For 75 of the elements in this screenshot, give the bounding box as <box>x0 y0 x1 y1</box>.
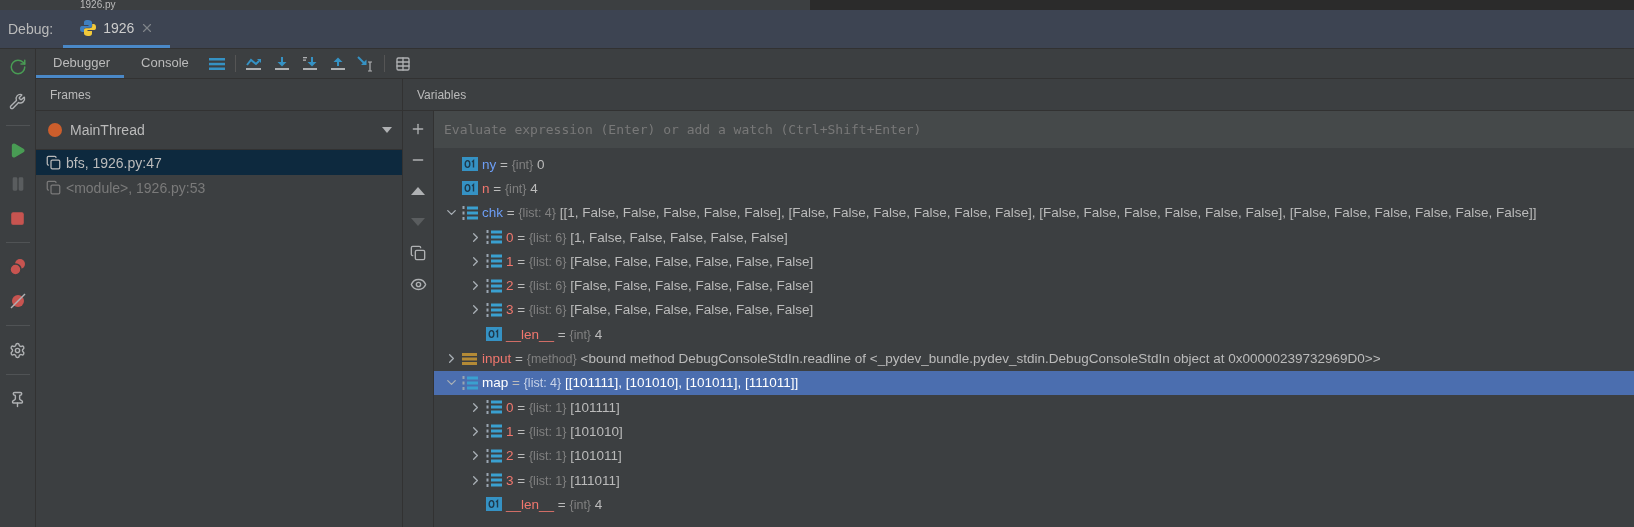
editor-tab[interactable]: 1926.py <box>0 0 810 10</box>
list-icon <box>486 399 503 416</box>
variable-text: map = {list: 4} [[101111], [101010], [101011], [111011]] <box>482 375 799 391</box>
rerun-icon[interactable] <box>8 58 27 76</box>
list-icon <box>486 472 503 488</box>
frame-icon <box>46 180 61 195</box>
variable-row[interactable]: 2 = {list: 1} [101011] <box>434 443 1634 468</box>
list-icon <box>486 229 503 246</box>
step-into-icon[interactable] <box>273 55 290 72</box>
list-icon <box>486 277 503 294</box>
calculator-icon[interactable] <box>394 55 411 72</box>
thread-status-icon <box>48 123 62 137</box>
frame-row[interactable]: bfs, 1926.py:47 <box>36 150 402 175</box>
panel-tab[interactable]: Debugger <box>36 49 125 78</box>
variable-text: ny = {int} 0 <box>482 156 545 172</box>
variable-text: 3 = {list: 1} [111011] <box>506 472 620 488</box>
python-icon <box>79 18 98 37</box>
variable-row[interactable]: input = {method} <bound method DebugConsoleStdIn.readline of <_pydev_bundle.pydev_stdin.DebugConsoleStdIn object at 0x00000239732969D0>> <box>434 346 1634 371</box>
list-icon <box>462 374 479 391</box>
variable-text: __len__ = {int} 4 <box>506 326 603 342</box>
frames-header: Frames <box>50 87 91 102</box>
variable-row[interactable]: 2 = {list: 6} [False, False, False, False, False, False] <box>434 273 1634 298</box>
variable-row[interactable]: 1 = {list: 6} [False, False, False, False, False, False] <box>434 249 1634 274</box>
variable-row[interactable]: chk = {list: 4} [[1, False, False, False, False, False], [False, False, False, False, False, False], [False, False, False, False, False, False], [False, False, False, False, False, False]] <box>434 200 1634 225</box>
copy-icon[interactable] <box>410 245 426 261</box>
move-up-icon[interactable] <box>411 187 425 195</box>
variable-row[interactable]: __len__ = {int} 4 <box>434 322 1634 347</box>
variable-row[interactable]: 3 = {list: 1} [111011] <box>434 467 1634 493</box>
dropdown-arrow-icon <box>382 127 392 133</box>
breakpoints-icon[interactable] <box>8 258 27 276</box>
variable-text: 0 = {list: 1} [101111] <box>506 399 620 415</box>
variable-text: 1 = {list: 1} [101010] <box>506 423 623 439</box>
variable-text: 2 = {list: 6} [False, False, False, False, False, False] <box>506 278 814 294</box>
int-icon <box>462 181 478 196</box>
method-icon <box>462 351 477 366</box>
variable-text: n = {int} 4 <box>482 180 538 196</box>
settings-icon[interactable] <box>9 341 26 359</box>
variable-text: 2 = {list: 1} [101011] <box>506 448 622 464</box>
variable-text: __len__ = {int} 4 <box>506 496 603 512</box>
variable-text: 3 = {list: 6} [False, False, False, False, False, False] <box>506 302 814 318</box>
int-icon <box>462 157 478 172</box>
int-icon <box>486 497 502 512</box>
frame-icon <box>46 155 61 170</box>
variable-row[interactable]: __len__ = {int} 4 <box>434 492 1634 517</box>
list-icon <box>462 204 479 221</box>
step-into-my-code-icon[interactable] <box>301 55 318 72</box>
list-icon <box>486 447 503 464</box>
variable-row[interactable]: 0 = {list: 1} [101111] <box>434 394 1634 420</box>
variable-row[interactable]: 0 = {list: 6} [1, False, False, False, False, False] <box>434 224 1634 250</box>
panel-tab[interactable]: Console <box>124 49 203 78</box>
run-to-cursor-icon[interactable] <box>357 55 375 72</box>
variable-text: 1 = {list: 6} [False, False, False, False, False, False] <box>506 253 814 269</box>
variable-text: chk = {list: 4} [[1, False, False, False, False, False], [False, False, False, False, False, False], [False, False, False, False, False, False], [False, False, False, False, False, False]] <box>482 205 1537 221</box>
variable-row[interactable]: n = {int} 4 <box>434 176 1634 201</box>
menu-icon[interactable] <box>208 56 225 71</box>
mute-breakpoints-icon[interactable] <box>8 292 27 310</box>
variable-row[interactable]: 3 = {list: 6} [False, False, False, False, False, False] <box>434 297 1634 323</box>
variable-text: input = {method} <bound method DebugConsoleStdIn.readline of <_pydev_bundle.pydev_stdin.DebugConsoleStdIn object at 0x00000239732969D0>> <box>482 351 1381 366</box>
list-icon <box>486 423 503 440</box>
wrench-icon[interactable] <box>9 92 26 110</box>
variables-header: Variables <box>417 87 467 102</box>
list-icon <box>486 301 503 318</box>
resume-icon[interactable] <box>9 141 26 159</box>
add-watch-icon[interactable] <box>410 121 426 137</box>
list-icon <box>486 253 503 270</box>
variable-text: 0 = {list: 6} [1, False, False, False, False, False] <box>506 229 788 245</box>
variable-row[interactable]: map = {list: 4} [[101111], [101010], [101011], [111011]] <box>434 370 1634 395</box>
int-icon <box>486 327 502 342</box>
debug-title: Debug: <box>7 20 55 39</box>
stop-icon[interactable] <box>10 210 25 226</box>
variable-row[interactable]: 1 = {list: 1} [101010] <box>434 419 1634 444</box>
pin-icon[interactable] <box>9 390 26 408</box>
variable-row[interactable]: ny = {int} 0 <box>434 152 1634 177</box>
run-tab[interactable]: 1926 <box>63 10 171 48</box>
step-out-icon[interactable] <box>329 55 346 72</box>
